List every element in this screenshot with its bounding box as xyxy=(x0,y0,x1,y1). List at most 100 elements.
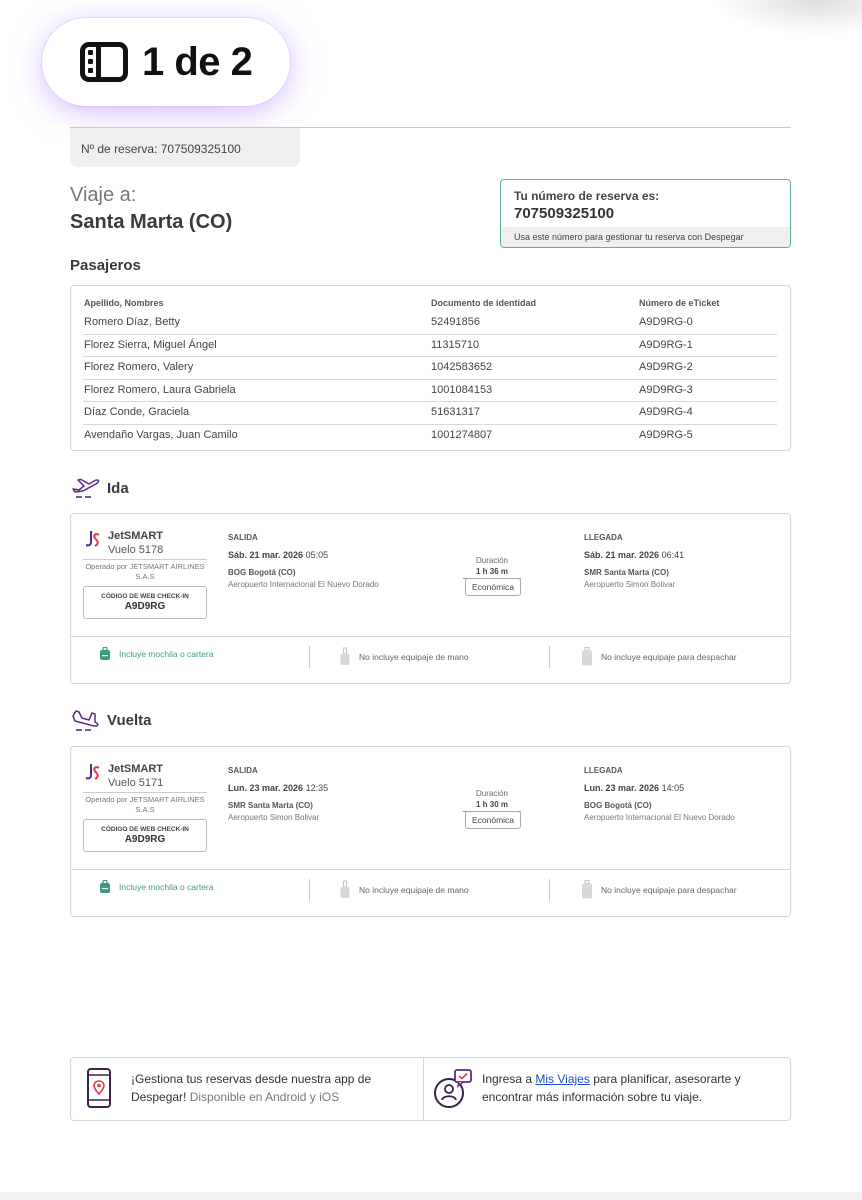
pax-name: Florez Romero, Valery xyxy=(84,361,194,373)
pax-eticket: A9D9RG-3 xyxy=(639,383,693,396)
baggage-backpack-text: Incluye mochila o cartera xyxy=(119,882,214,892)
pax-name: Florez Sierra, Miguel Ángel xyxy=(84,338,217,351)
arrival-date: Sáb. 21 mar. 2026 xyxy=(584,550,660,560)
departure-time: 05:05 xyxy=(305,550,329,560)
web-checkin-code: CÓDIGO DE WEB CHECK-IN A9D9RG xyxy=(83,586,207,619)
arrival-time: 14:05 xyxy=(661,783,685,793)
app-promo-text: ¡Gestiona tus reservas desde nuestra app… xyxy=(131,1070,391,1106)
plane-takeoff-icon xyxy=(72,478,100,498)
pax-eticket: A9D9RG-0 xyxy=(639,316,693,328)
duration-label: Duración xyxy=(475,556,508,565)
baggage-separator xyxy=(309,879,310,901)
carry-on-icon xyxy=(340,880,350,898)
passengers-table: Apellido, Nombres Documento de identidad… xyxy=(70,285,791,451)
trip-label: Viaje a: xyxy=(70,184,137,206)
pax-document: 1001084153 xyxy=(431,383,493,396)
departure-datetime: Sáb. 21 mar. 2026 05:05 xyxy=(228,550,328,560)
reservation-number-box: Tu número de reserva es: 707509325100 Us… xyxy=(500,179,791,248)
itinerary-page: 1 de 2 Nº de reserva: 707509325100 Viaje… xyxy=(0,0,862,1192)
baggage-checked: No incluye equipaje para despachar xyxy=(581,647,737,667)
baggage-checked: No incluye equipaje para despachar xyxy=(581,880,737,900)
phone-location-icon xyxy=(87,1068,111,1108)
baggage-backpack-text: Incluye mochila o cartera xyxy=(119,649,214,659)
operated-divider xyxy=(83,559,207,560)
backpack-icon xyxy=(100,647,110,660)
carry-on-icon xyxy=(340,647,350,665)
reservation-box-footer: Usa este número para gestionar tu reserv… xyxy=(501,227,790,247)
flight-number: Vuelo 5178 xyxy=(108,544,164,556)
baggage-separator xyxy=(549,646,550,668)
return-title: Vuelta xyxy=(70,707,151,733)
departure-label: SALIDA xyxy=(228,533,258,542)
table-row: Avendaño Vargas, Juan Camilo 1001274807 … xyxy=(83,425,777,448)
return-flight-card: JetSMART Vuelo 5171 Operado por JETSMART… xyxy=(70,746,791,917)
checked-bag-icon xyxy=(582,880,592,899)
baggage-carry-on-text: No incluye equipaje de mano xyxy=(359,885,469,895)
pax-document: 51631317 xyxy=(431,406,480,418)
col-header-name: Apellido, Nombres xyxy=(84,298,164,308)
baggage-divider xyxy=(71,636,790,637)
pax-name: Romero Díaz, Betty xyxy=(84,316,180,328)
checkin-code: A9D9RG xyxy=(124,834,166,845)
operated-divider xyxy=(83,792,207,793)
pax-eticket: A9D9RG-1 xyxy=(639,338,693,351)
arrival-date: Lun. 23 mar. 2026 xyxy=(584,783,660,793)
departure-label: SALIDA xyxy=(228,766,258,775)
flight-number: Vuelo 5171 xyxy=(108,777,164,789)
pax-document: 1001274807 xyxy=(431,428,493,441)
checked-bag-icon xyxy=(582,647,592,666)
departure-date: Lun. 23 mar. 2026 xyxy=(228,783,304,793)
arrival-datetime: Lun. 23 mar. 2026 14:05 xyxy=(584,783,684,793)
baggage-carry-on-text: No incluye equipaje de mano xyxy=(359,652,469,662)
baggage-separator xyxy=(309,646,310,668)
cabin-class: Económica xyxy=(465,578,521,596)
arrival-city: SMR Santa Marta (CO) xyxy=(584,568,669,577)
page-counter-text: 1 de 2 xyxy=(142,39,253,84)
arrival-airport: Aeropuerto Internacional El Nuevo Dorado xyxy=(584,813,735,822)
corner-shadow xyxy=(712,0,862,36)
reservation-number: 707509325100 xyxy=(514,205,615,222)
pax-name: Avendaño Vargas, Juan Camilo xyxy=(84,428,238,441)
pax-name: Díaz Conde, Graciela xyxy=(84,406,190,418)
departure-airport: Aeropuerto Simon Bolivar xyxy=(228,813,320,822)
departure-city: SMR Santa Marta (CO) xyxy=(228,801,313,810)
departure-airport: Aeropuerto Internacional El Nuevo Dorado xyxy=(228,580,379,589)
baggage-checked-text: No incluye equipaje para despachar xyxy=(601,885,737,895)
jetsmart-logo-icon xyxy=(85,531,100,547)
operated-by: Operado por JETSMART AIRLINES S.A.S xyxy=(85,562,205,581)
table-row: Florez Sierra, Miguel Ángel 11315710 A9D… xyxy=(83,335,777,357)
arrival-time: 06:41 xyxy=(661,550,685,560)
jetsmart-logo-icon xyxy=(85,764,100,780)
footer-divider xyxy=(423,1058,424,1120)
airline-name: JetSMART xyxy=(108,763,164,775)
airline-name: JetSMART xyxy=(108,530,164,542)
page-counter[interactable]: 1 de 2 xyxy=(42,18,290,106)
my-trips-text: Ingresa a Mis Viajes para planificar, as… xyxy=(482,1070,772,1106)
operated-by: Operado por JETSMART AIRLINES S.A.S xyxy=(85,795,205,814)
arrival-airport: Aeropuerto Simon Bolivar xyxy=(584,580,676,589)
baggage-separator xyxy=(549,879,550,901)
departure-time: 12:35 xyxy=(305,783,329,793)
app-promo-availability: Disponible en Android y iOS xyxy=(189,1090,340,1104)
baggage-backpack: Incluye mochila o cartera xyxy=(99,647,214,661)
departure-city: BOG Bogotá (CO) xyxy=(228,568,296,577)
baggage-backpack: Incluye mochila o cartera xyxy=(99,880,214,894)
table-row: Florez Romero, Valery 1042583652 A9D9RG-… xyxy=(83,357,777,380)
plane-landing-icon xyxy=(72,710,99,731)
arrival-datetime: Sáb. 21 mar. 2026 06:41 xyxy=(584,550,684,560)
pax-eticket: A9D9RG-4 xyxy=(639,406,693,418)
outbound-flight-card: JetSMART Vuelo 5178 Operado por JETSMART… xyxy=(70,513,791,684)
duration-label: Duración xyxy=(475,789,508,798)
passengers-title: Pasajeros xyxy=(70,257,141,274)
baggage-carry-on: No incluye equipaje de mano xyxy=(339,880,469,900)
pax-document: 11315710 xyxy=(431,338,480,351)
my-trips-link[interactable]: Mis Viajes xyxy=(535,1072,589,1086)
col-header-eticket: Número de eTicket xyxy=(639,298,720,308)
chat-user-icon xyxy=(434,1069,472,1108)
outbound-title: Ida xyxy=(70,475,129,501)
pages-icon xyxy=(80,42,128,82)
departure-datetime: Lun. 23 mar. 2026 12:35 xyxy=(228,783,328,793)
return-title-text: Vuelta xyxy=(107,711,152,729)
col-header-document: Documento de identidad xyxy=(431,298,537,308)
arrival-label: LLEGADA xyxy=(584,533,623,542)
